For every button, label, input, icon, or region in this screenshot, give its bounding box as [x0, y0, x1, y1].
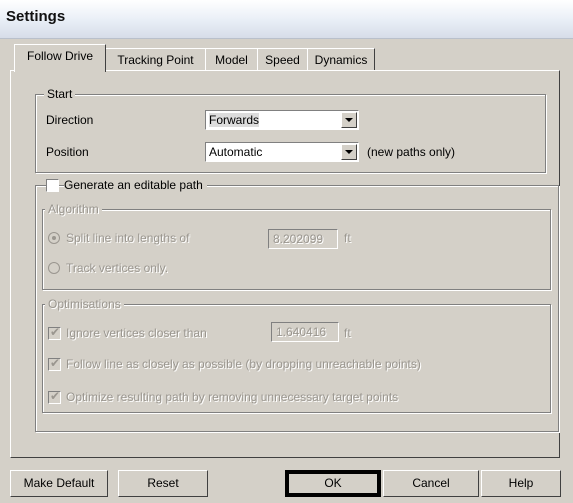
track-vertices-label: Track vertices only.: [66, 261, 169, 275]
optimize-path-checkbox[interactable]: ✔: [48, 389, 61, 404]
position-label: Position: [46, 145, 89, 159]
tab-speed[interactable]: Speed: [257, 48, 308, 71]
split-line-radio[interactable]: [48, 232, 60, 244]
start-legend: Start: [44, 87, 76, 101]
ignore-vertices-checkbox[interactable]: ✔: [48, 325, 61, 340]
tab-follow-drive[interactable]: Follow Drive: [14, 44, 106, 72]
optimisations-legend: Optimisations: [45, 297, 124, 311]
position-select[interactable]: Automatic: [205, 142, 359, 162]
tab-model[interactable]: Model: [205, 48, 258, 71]
settings-dialog: Settings Follow Drive Tracking Point Mod…: [0, 0, 573, 503]
direction-value: Forwards: [209, 113, 260, 127]
algorithm-legend: Algorithm: [45, 202, 102, 216]
direction-select[interactable]: Forwards: [205, 110, 359, 130]
generate-editable-path-label: Generate an editable path: [64, 178, 207, 192]
optimize-path-label: Optimize resulting path by removing unne…: [66, 390, 399, 404]
chevron-down-icon[interactable]: [341, 144, 357, 160]
algorithm-group: Algorithm: [42, 202, 551, 290]
cancel-button[interactable]: Cancel: [383, 470, 479, 497]
tab-tracking-point[interactable]: Tracking Point: [105, 48, 206, 71]
ignore-vertices-label: Ignore vertices closer than: [66, 326, 207, 340]
split-length-unit: ft: [344, 231, 351, 245]
dialog-title: Settings: [6, 8, 66, 25]
ignore-distance-unit: ft: [344, 326, 351, 340]
ok-button[interactable]: OK: [285, 470, 381, 497]
ignore-distance-input[interactable]: 1.640416: [271, 322, 339, 342]
follow-line-checkbox[interactable]: ✔: [48, 356, 61, 371]
follow-line-label: Follow line as closely as possible (by d…: [66, 357, 421, 371]
position-note: (new paths only): [367, 145, 456, 159]
direction-label: Direction: [46, 113, 94, 127]
generate-editable-path-checkbox[interactable]: [46, 179, 59, 192]
track-vertices-radio[interactable]: [48, 262, 60, 274]
tab-dynamics[interactable]: Dynamics: [307, 48, 375, 71]
split-length-input[interactable]: 8.202099: [268, 229, 338, 249]
reset-button[interactable]: Reset: [118, 470, 208, 497]
title-bar[interactable]: Settings: [0, 0, 573, 39]
split-line-label: Split line into lengths of: [66, 231, 190, 245]
position-value: Automatic: [209, 145, 263, 159]
chevron-down-icon[interactable]: [341, 112, 357, 128]
make-default-button[interactable]: Make Default: [10, 470, 108, 497]
help-button[interactable]: Help: [481, 470, 561, 497]
